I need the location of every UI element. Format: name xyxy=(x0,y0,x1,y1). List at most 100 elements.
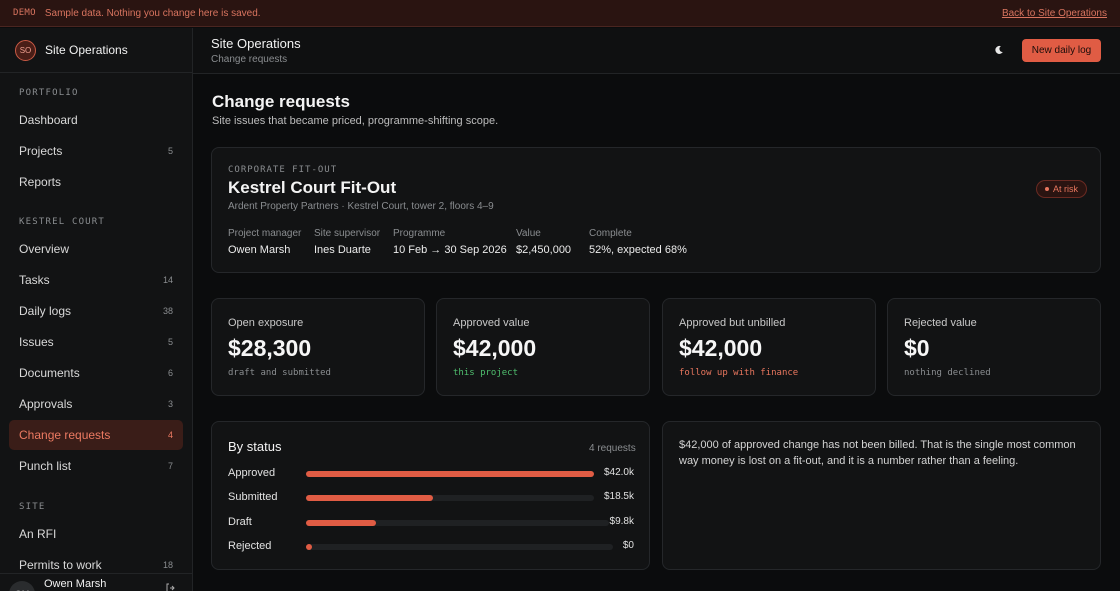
meta-value: Ines Duarte xyxy=(314,244,371,256)
moon-icon[interactable] xyxy=(991,42,1007,58)
status-bar-track xyxy=(306,544,613,550)
exit-icon[interactable] xyxy=(166,583,176,591)
meta-label: Site supervisor xyxy=(314,228,381,239)
sidebar-item-label: Documents xyxy=(19,366,80,380)
status-row-label: Rejected xyxy=(228,540,272,552)
status-bar-fill xyxy=(306,471,594,477)
status-row-amount: $9.8k xyxy=(609,516,634,527)
sidebar-item-count: 6 xyxy=(167,368,173,378)
stat-card-rejected-value: Rejected value $0 nothing declined xyxy=(887,298,1101,396)
section-heading-site: SITE xyxy=(19,502,46,512)
page-title: Change requests xyxy=(212,92,350,111)
sidebar-item-count: 18 xyxy=(162,560,173,570)
sidebar-item-dashboard[interactable]: Dashboard xyxy=(9,105,183,135)
sidebar-item-overview[interactable]: Overview xyxy=(9,234,183,264)
brand-logo: SO xyxy=(15,39,36,61)
user-menu[interactable]: OM Owen Marsh xyxy=(0,573,192,591)
brand[interactable]: SO Site Operations xyxy=(0,28,192,73)
status-dot-icon xyxy=(1045,187,1049,191)
status-row-amount: $42.0k xyxy=(603,467,634,478)
sidebar-item-label: Daily logs xyxy=(19,304,72,318)
new-daily-log-button[interactable]: New daily log xyxy=(1022,39,1101,62)
sidebar-item-change-requests[interactable]: Change requests 4 xyxy=(9,420,183,450)
stat-value: $28,300 xyxy=(228,335,312,361)
project-kicker: CORPORATE FIT-OUT xyxy=(228,165,338,175)
meta-value: 10 Feb → 30 Sep 2026 xyxy=(393,244,507,256)
project-client: Ardent Property Partners · Kestrel Court… xyxy=(228,201,494,212)
by-status-count: 4 requests xyxy=(589,443,636,454)
stat-value: $0 xyxy=(904,335,930,361)
stat-label: Approved value xyxy=(453,317,530,329)
meta-site-supervisor: Site supervisor Ines Duarte xyxy=(314,228,380,256)
status-row-amount: $0 xyxy=(622,540,634,551)
sidebar-item-label: Tasks xyxy=(19,273,50,287)
stat-value: $42,000 xyxy=(453,335,537,361)
meta-label: Complete xyxy=(589,228,632,239)
project-card: CORPORATE FIT-OUT Kestrel Court Fit-Out … xyxy=(211,147,1101,273)
sidebar-item-tasks[interactable]: Tasks 14 xyxy=(9,265,183,295)
status-row-label: Approved xyxy=(228,467,276,479)
status-bar-track xyxy=(306,471,594,477)
sidebar: SO Site Operations PORTFOLIO Dashboard P… xyxy=(0,28,193,591)
status-row-rejected: Rejected $0 xyxy=(228,540,634,554)
meta-value-total: Value $2,450,000 xyxy=(516,228,571,256)
back-link[interactable]: Back to Site Operations xyxy=(1002,8,1107,19)
stat-note: nothing declined xyxy=(904,368,991,378)
status-row-label: Submitted xyxy=(228,491,278,503)
sidebar-item-issues[interactable]: Issues 5 xyxy=(9,327,183,357)
demo-banner: DEMO Sample data. Nothing you change her… xyxy=(0,0,1120,27)
sidebar-item-label: Overview xyxy=(19,242,70,256)
demo-tag: DEMO xyxy=(13,8,36,18)
sidebar-item-count: 38 xyxy=(162,306,173,316)
sidebar-item-label: Dashboard xyxy=(19,113,78,127)
sidebar-item-count: 14 xyxy=(162,275,173,285)
sidebar-item-daily-logs[interactable]: Daily logs 38 xyxy=(9,296,183,326)
sidebar-item-an-rfi[interactable]: An RFI xyxy=(9,519,183,549)
insight-card: $42,000 of approved change has not been … xyxy=(662,421,1101,570)
sidebar-item-count: 5 xyxy=(167,337,173,347)
section-heading-portfolio: PORTFOLIO xyxy=(19,88,79,98)
status-bar-track xyxy=(306,495,594,501)
sidebar-item-label: Reports xyxy=(19,175,62,189)
status-row-submitted: Submitted $18.5k xyxy=(228,491,634,505)
status-row-draft: Draft $9.8k xyxy=(228,516,634,530)
sidebar-item-label: Issues xyxy=(19,335,54,349)
page-subtitle: Site issues that became priced, programm… xyxy=(212,115,499,127)
header-title: Site Operations xyxy=(211,36,301,51)
status-row-amount: $18.5k xyxy=(603,491,634,502)
meta-value: $2,450,000 xyxy=(516,244,572,256)
sidebar-item-label: Approvals xyxy=(19,397,73,411)
meta-value: 52%, expected 68% xyxy=(589,244,687,256)
meta-complete: Complete 52%, expected 68% xyxy=(589,228,687,256)
sidebar-item-projects[interactable]: Projects 5 xyxy=(9,136,183,166)
meta-programme: Programme 10 Feb → 30 Sep 2026 xyxy=(393,228,507,256)
stat-label: Open exposure xyxy=(228,317,304,329)
stat-note: draft and submitted xyxy=(228,368,331,378)
sidebar-item-documents[interactable]: Documents 6 xyxy=(9,358,183,388)
sidebar-item-count: 3 xyxy=(167,399,173,409)
brand-name: Site Operations xyxy=(45,43,128,57)
status-bar-fill xyxy=(306,544,312,550)
sidebar-item-count: 4 xyxy=(167,430,173,440)
sidebar-item-punch-list[interactable]: Punch list 7 xyxy=(9,451,183,481)
by-status-title: By status xyxy=(228,439,282,454)
status-bar-track xyxy=(306,520,609,526)
stat-note: follow up with finance xyxy=(679,368,799,378)
sidebar-item-label: Change requests xyxy=(19,428,111,442)
sidebar-item-reports[interactable]: Reports xyxy=(9,167,183,197)
sidebar-item-label: Punch list xyxy=(19,459,72,473)
avatar: OM xyxy=(9,581,35,591)
stat-note: this project xyxy=(453,368,519,378)
sidebar-item-label: An RFI xyxy=(19,527,57,541)
stat-label: Approved but unbilled xyxy=(679,317,786,329)
breadcrumb: Change requests xyxy=(211,54,288,65)
sidebar-item-label: Projects xyxy=(19,144,63,158)
status-badge-label: At risk xyxy=(1053,184,1079,194)
meta-label: Programme xyxy=(393,228,446,239)
stat-value: $42,000 xyxy=(679,335,763,361)
status-bar-fill xyxy=(306,520,376,526)
sidebar-item-approvals[interactable]: Approvals 3 xyxy=(9,389,183,419)
stat-label: Rejected value xyxy=(904,317,977,329)
sidebar-item-count: 5 xyxy=(167,146,173,156)
sidebar-item-count: 7 xyxy=(167,461,173,471)
